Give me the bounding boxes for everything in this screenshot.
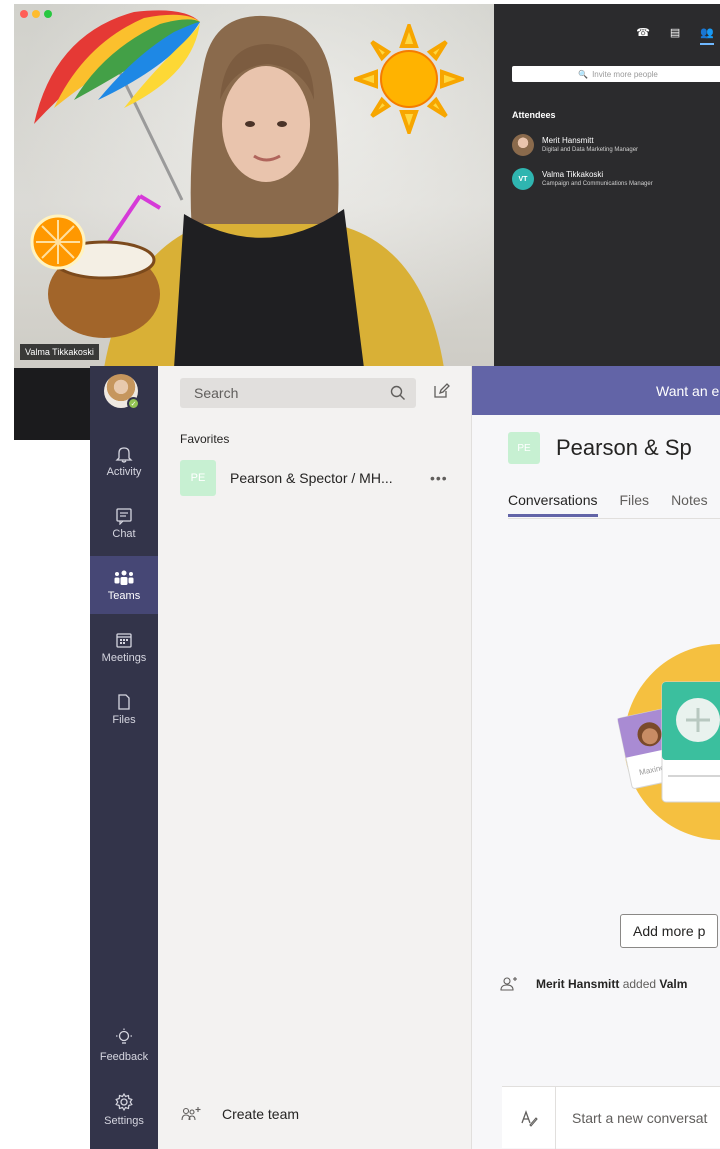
- activity-target: Valm: [659, 977, 688, 991]
- chat-icon: [116, 507, 132, 525]
- notification-banner[interactable]: Want an e: [472, 366, 720, 415]
- activity-text: Merit Hansmitt added Valm: [536, 977, 687, 991]
- calendar-icon: [116, 632, 132, 648]
- window-controls: [20, 10, 52, 18]
- rail-item-activity[interactable]: Activity: [90, 432, 158, 490]
- add-team-icon: [181, 1107, 201, 1121]
- channel-main: Want an e PE Pearson & Sp Conversations …: [472, 366, 720, 1149]
- activity-message: Merit Hansmitt added Valm: [500, 976, 687, 992]
- new-chat-icon[interactable]: [432, 382, 450, 400]
- search-icon: [390, 385, 405, 400]
- participant-video: Valma Tikkakoski: [14, 4, 494, 368]
- user-avatar[interactable]: ✓: [104, 374, 140, 410]
- bell-icon: [115, 446, 133, 463]
- lightbulb-icon: [116, 1028, 132, 1044]
- rail-item-label: Files: [112, 713, 136, 726]
- search-input[interactable]: Search: [180, 378, 416, 408]
- create-team-button[interactable]: Create team: [180, 1106, 299, 1122]
- attendee-role: Digital and Data Marketing Manager: [542, 146, 639, 153]
- presence-available-icon: ✓: [127, 397, 140, 410]
- rail-item-teams[interactable]: Teams: [90, 556, 158, 614]
- attendees-title: Attendees: [512, 110, 556, 120]
- rail-item-label: Meetings: [101, 651, 147, 664]
- screen: Valma Tikkakoski ☎ ▤ 👥 🔍 Invite more peo…: [0, 0, 720, 1149]
- rail-item-label: Activity: [106, 465, 142, 478]
- rail-item-meetings[interactable]: Meetings: [90, 618, 158, 676]
- attendee-name: Merit Hansmitt: [542, 135, 594, 145]
- close-window-button[interactable]: [20, 10, 28, 18]
- app-rail: ✓ Activity Chat Teams Meetings Files Fee…: [90, 366, 158, 1149]
- compose-placeholder: Start a new conversat: [572, 1109, 708, 1126]
- rail-item-label: Chat: [112, 527, 136, 540]
- invite-input[interactable]: 🔍 Invite more people: [512, 66, 720, 82]
- avatar: VT: [512, 168, 534, 190]
- rail-item-feedback[interactable]: Feedback: [90, 1016, 158, 1074]
- phone-icon[interactable]: ☎: [636, 26, 650, 45]
- team-list-item[interactable]: PE Pearson & Spector / MH... •••: [180, 460, 460, 496]
- tab-conversations[interactable]: Conversations: [508, 492, 598, 517]
- panel-toolbar: ☎ ▤ 👥: [494, 26, 720, 45]
- participant-name-tag: Valma Tikkakoski: [20, 344, 99, 360]
- minimize-window-button[interactable]: [32, 10, 40, 18]
- sun-sticker: [354, 24, 464, 134]
- team-avatar: PE: [508, 432, 540, 464]
- favorites-title: Favorites: [180, 432, 230, 446]
- more-options-icon[interactable]: •••: [430, 470, 448, 486]
- format-icon: [520, 1109, 538, 1127]
- add-people-illustration: Maxine: [617, 644, 720, 840]
- people-icon[interactable]: 👥: [700, 26, 714, 45]
- rail-item-chat[interactable]: Chat: [90, 494, 158, 552]
- attendee-row[interactable]: VT Valma Tikkakoski Campaign and Communi…: [512, 168, 653, 190]
- team-avatar: PE: [180, 460, 216, 496]
- avatar: [512, 134, 534, 156]
- coconut-drink-sticker: [30, 194, 162, 338]
- attendee-row[interactable]: Merit Hansmitt Digital and Data Marketin…: [512, 134, 638, 156]
- page-title: Pearson & Sp: [556, 435, 692, 460]
- rail-item-label: Feedback: [99, 1050, 149, 1063]
- invite-placeholder: Invite more people: [592, 69, 658, 79]
- search-placeholder: Search: [194, 385, 239, 401]
- activity-actor: Merit Hansmitt: [536, 977, 620, 991]
- create-team-label: Create team: [222, 1106, 300, 1122]
- maximize-window-button[interactable]: [44, 10, 52, 18]
- rail-item-label: Teams: [107, 589, 141, 602]
- team-name: Pearson & Spector / MH...: [230, 470, 393, 486]
- activity-verb: added: [622, 977, 657, 991]
- add-people-button[interactable]: Add more p: [620, 914, 719, 948]
- tab-divider: [508, 518, 720, 519]
- attendee-name: Valma Tikkakoski: [542, 169, 604, 179]
- channel-tabs: Conversations Files Notes: [508, 492, 708, 517]
- teams-window: ✓ Activity Chat Teams Meetings Files Fee…: [90, 366, 720, 1149]
- tab-notes[interactable]: Notes: [671, 492, 708, 517]
- tab-files[interactable]: Files: [620, 492, 650, 517]
- file-icon: [118, 693, 130, 710]
- rail-item-settings[interactable]: Settings: [90, 1080, 158, 1138]
- teams-icon: [114, 570, 134, 585]
- chat-icon[interactable]: ▤: [670, 26, 680, 45]
- rail-item-label: Settings: [104, 1114, 144, 1127]
- attendees-panel: ☎ ▤ 👥 🔍 Invite more people Attendees Mer…: [494, 4, 720, 368]
- format-text-button[interactable]: [502, 1086, 556, 1149]
- attendee-role: Campaign and Communications Manager: [542, 180, 653, 187]
- channel-header: PE Pearson & Sp: [508, 432, 692, 464]
- teams-list-pane: Search Favorites PE Pearson & Spector / …: [158, 366, 472, 1149]
- compose-box[interactable]: Start a new conversat: [502, 1086, 720, 1149]
- search-icon: 🔍: [578, 69, 589, 79]
- rail-item-files[interactable]: Files: [90, 680, 158, 738]
- person-add-icon: [500, 977, 517, 991]
- gear-icon: [115, 1092, 133, 1111]
